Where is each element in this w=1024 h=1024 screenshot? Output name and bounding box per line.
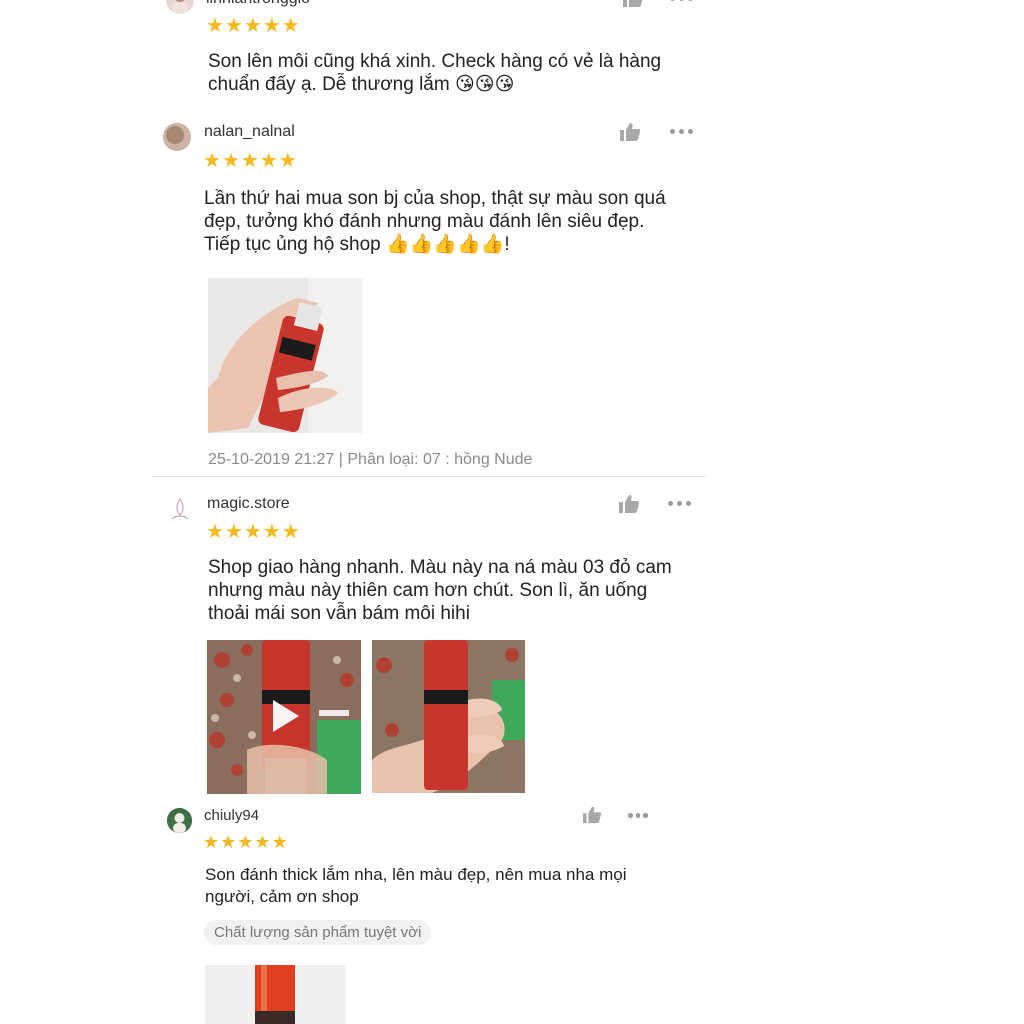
rating-stars: ★ ★ ★ ★ ★ — [203, 832, 288, 852]
review-text: Son lên môi cũng khá xinh. Check hàng có… — [208, 50, 661, 96]
thumbs-up-icon[interactable] — [618, 494, 640, 514]
username[interactable]: nalan_nalnal — [204, 123, 295, 141]
star-icon: ★ — [259, 150, 278, 172]
avatar[interactable] — [163, 123, 191, 151]
play-icon[interactable] — [271, 698, 301, 734]
review-photo[interactable] — [372, 640, 525, 793]
star-icon: ★ — [237, 832, 254, 852]
review-text-line: thoải mái son vẫn bám môi hihi — [208, 603, 470, 624]
review-text-line: Lần thứ hai mua son bj của shop, thật sự… — [204, 188, 666, 209]
avatar[interactable] — [166, 495, 194, 523]
username[interactable]: linhlantronggio — [206, 0, 310, 8]
review-text-line: Shop giao hàng nhanh. Màu này na ná màu … — [208, 557, 672, 578]
review-text-line: Son lên môi cũng khá xinh. Check hàng có… — [208, 51, 662, 72]
rating-stars: ★ ★ ★ ★ ★ — [206, 16, 300, 36]
review-meta: 25-10-2019 21:27 | Phân loại: 07 : hồng … — [208, 451, 533, 468]
review-text-line: đẹp, tưởng khó đánh nhưng màu đánh lên s… — [204, 211, 645, 232]
star-icon: ★ — [281, 15, 300, 37]
review-text-line: Son đánh thick lắm nha, lên màu đẹp, nên… — [205, 865, 627, 884]
star-icon: ★ — [254, 832, 271, 852]
more-dots-icon[interactable] — [670, 129, 693, 134]
review-photo[interactable] — [205, 965, 346, 1024]
avatar[interactable] — [167, 808, 192, 833]
thumbs-up-icon[interactable] — [619, 122, 641, 142]
review-text: Shop giao hàng nhanh. Màu này na ná màu … — [208, 556, 672, 625]
star-icon: ★ — [278, 150, 297, 172]
review-video[interactable] — [207, 640, 361, 794]
rating-stars: ★ ★ ★ ★ ★ — [206, 522, 300, 542]
star-icon: ★ — [262, 15, 281, 37]
star-icon: ★ — [224, 15, 243, 37]
review-text-line: người, cảm ơn shop — [205, 887, 359, 906]
more-dots-icon[interactable] — [668, 501, 691, 506]
star-icon: ★ — [224, 521, 243, 543]
avatar[interactable] — [166, 0, 194, 14]
star-icon: ★ — [243, 521, 262, 543]
review-text: Son đánh thick lắm nha, lên màu đẹp, nên… — [205, 864, 627, 908]
thumbs-up-icon[interactable] — [582, 806, 602, 824]
star-icon: ★ — [203, 832, 220, 852]
more-dots-icon[interactable] — [628, 813, 648, 818]
thumbs-up-icon[interactable] — [622, 0, 644, 8]
username[interactable]: magic.store — [207, 495, 290, 513]
star-icon: ★ — [240, 150, 259, 172]
star-icon: ★ — [281, 521, 300, 543]
star-icon: ★ — [220, 832, 237, 852]
review-tag: Chất lượng sản phẩm tuyệt vời — [204, 920, 432, 945]
more-dots-icon[interactable] — [670, 0, 693, 1]
review-photo[interactable] — [208, 278, 363, 433]
star-icon: ★ — [262, 521, 281, 543]
review-text: Lần thứ hai mua son bj của shop, thật sự… — [204, 187, 666, 256]
review-text-line: Tiếp tục ủng hộ shop 👍👍👍👍👍! — [204, 234, 510, 255]
review-text-line: chuẩn đấy ạ. Dễ thương lắm 😘😘😘 — [208, 74, 515, 95]
star-icon: ★ — [243, 15, 262, 37]
star-icon: ★ — [203, 150, 221, 172]
divider — [151, 476, 706, 477]
star-icon: ★ — [206, 15, 224, 37]
username[interactable]: chiuly94 — [204, 807, 259, 824]
star-icon: ★ — [271, 832, 288, 852]
star-icon: ★ — [221, 150, 240, 172]
rating-stars: ★ ★ ★ ★ ★ — [203, 151, 297, 171]
star-icon: ★ — [206, 521, 224, 543]
review-text-line: nhưng màu này thiên cam hơn chút. Son lì… — [208, 580, 648, 601]
